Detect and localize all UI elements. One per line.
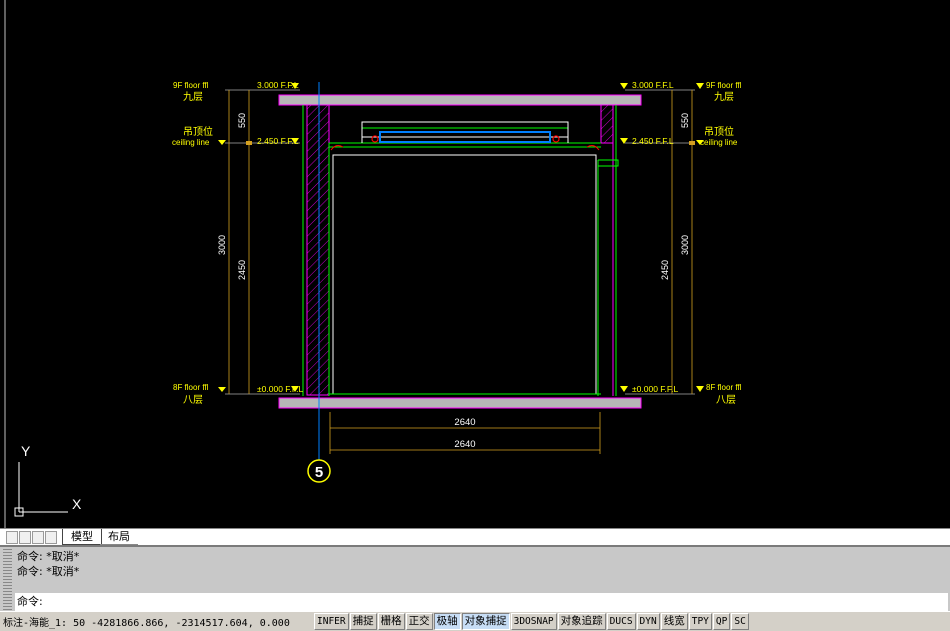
ucs-y-label: Y	[21, 443, 31, 459]
label-ceiling-cn-right: 吊顶位	[704, 125, 734, 138]
status-toggle-8[interactable]: DUCS	[606, 613, 636, 630]
label-ceiling-en-right: ceiling line	[700, 138, 738, 147]
label-8f-cn-left: 八层	[183, 394, 203, 406]
label-9f-cn-right: 九层	[714, 91, 734, 103]
command-history-line: 命令: *取消*	[17, 565, 80, 578]
tab-first-icon[interactable]	[6, 531, 18, 544]
status-toggle-1[interactable]: 捕捉	[349, 613, 377, 630]
elev-top-right: 3.000 F.F.L	[632, 80, 674, 90]
elev-ceiling-left: 2.450 F.F.L	[257, 136, 299, 146]
status-toggle-12[interactable]: QP	[712, 613, 731, 630]
status-toggle-4[interactable]: 极轴	[433, 613, 461, 630]
dim-2450-right: 2450	[660, 260, 670, 280]
label-9f-left: 9F floor ffl	[173, 81, 209, 90]
left-wall[interactable]	[306, 104, 330, 396]
tab-last-icon[interactable]	[45, 531, 57, 544]
bottom-slab[interactable]	[278, 397, 642, 409]
status-toggle-group: INFER 捕捉 栅格 正交 极轴 对象捕捉 3DOSNAP 对象追踪 DUCS DYN 线宽 TPY…	[314, 613, 750, 630]
command-window-grip[interactable]	[3, 549, 12, 611]
dim-3000-right: 3000	[680, 235, 690, 255]
ucs-icon	[14, 462, 68, 517]
label-ceiling-cn-left: 吊顶位	[183, 125, 213, 138]
elev-floor-right: ±0.000 F.F.L	[632, 384, 679, 394]
dim-2450-left: 2450	[237, 260, 247, 280]
elev-ceiling-right: 2.450 F.F.L	[632, 136, 674, 146]
label-8f-right: 8F floor ffl	[706, 383, 742, 392]
command-window: 命令: *取消* 命令: *取消* 命令:	[0, 545, 950, 613]
status-toggle-7[interactable]: 对象追踪	[557, 613, 606, 630]
drawing-canvas[interactable]: 5 9F floor ffl 九层 吊顶位 ceiling line 8F fl…	[0, 0, 950, 528]
dim-2640-upper: 2640	[454, 417, 475, 428]
status-toggle-2[interactable]: 栅格	[377, 613, 405, 630]
status-toggle-5[interactable]: 对象捕捉	[461, 613, 510, 630]
tab-next-icon[interactable]	[32, 531, 44, 544]
dim-550-right: 550	[680, 113, 690, 128]
right-wall[interactable]	[600, 104, 614, 144]
command-prompt: 命令:	[17, 595, 43, 608]
layout-tabs-bar: 模型 布局	[0, 528, 950, 545]
dim-2640-lower: 2640	[454, 439, 475, 450]
dim-550-left: 550	[237, 113, 247, 128]
status-toggle-9[interactable]: DYN	[636, 613, 660, 630]
grid-bubble-label: 5	[315, 464, 323, 481]
room-opening[interactable]	[332, 154, 597, 395]
status-toggle-6[interactable]: 3DOSNAP	[510, 613, 557, 630]
tab-layout[interactable]: 布局	[100, 529, 138, 545]
ceiling-recess[interactable]	[361, 121, 569, 138]
dim-3000-left: 3000	[217, 235, 227, 255]
top-slab[interactable]	[278, 94, 642, 106]
cad-drawing[interactable]: 5 9F floor ffl 九层 吊顶位 ceiling line 8F fl…	[0, 0, 950, 528]
label-8f-left: 8F floor ffl	[173, 383, 209, 392]
label-8f-cn-right: 八层	[716, 394, 736, 406]
status-toggle-10[interactable]: 线宽	[660, 613, 688, 630]
command-history: 命令: *取消* 命令: *取消*	[15, 549, 945, 587]
tab-prev-icon[interactable]	[19, 531, 31, 544]
command-history-line: 命令: *取消*	[17, 550, 80, 563]
status-toggle-3[interactable]: 正交	[405, 613, 433, 630]
ucs-x-label: X	[72, 496, 82, 512]
coordinate-readout: 标注-海能_1: 50 -4281866.866, -2314517.604, …	[3, 618, 290, 629]
label-9f-right: 9F floor ffl	[706, 81, 742, 90]
tab-model[interactable]: 模型	[62, 529, 102, 545]
status-bar: 标注-海能_1: 50 -4281866.866, -2314517.604, …	[0, 611, 950, 631]
command-input[interactable]: 命令:	[15, 593, 948, 611]
status-toggle-0[interactable]: INFER	[314, 613, 349, 630]
label-9f-cn-left: 九层	[183, 91, 203, 103]
label-ceiling-en-left: ceiling line	[172, 138, 210, 147]
status-toggle-11[interactable]: TPY	[688, 613, 712, 630]
status-toggle-13[interactable]: SC	[731, 613, 749, 630]
